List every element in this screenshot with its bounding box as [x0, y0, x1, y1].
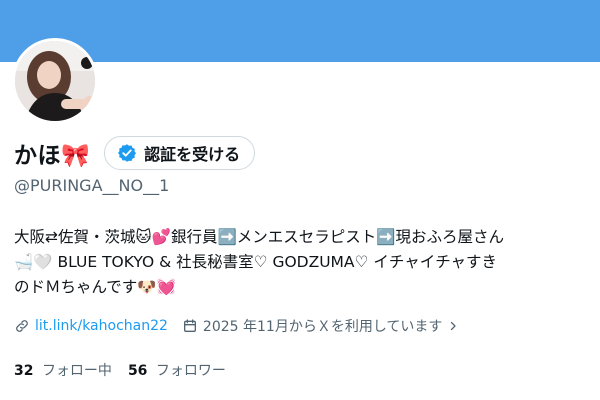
bio-line-2: 🛁🤍 BLUE TOKYO & 社長秘書室♡ GODZUMA♡ イチャイチャすき [14, 253, 498, 271]
joined-date[interactable]: 2025 年11月からＸを利用しています [182, 316, 459, 336]
link-icon [16, 320, 28, 332]
get-verified-label: 認証を受ける [144, 147, 241, 164]
profile-link-text[interactable]: lit.link/kahochan22 [35, 318, 168, 334]
followers-count[interactable]: 56 フォロワー [128, 360, 226, 380]
verified-badge-icon [118, 144, 137, 162]
following-label: フォロー中 [41, 363, 112, 379]
following-count[interactable]: 32 フォロー中 [14, 360, 112, 380]
name-row: かほ🎀 認証を受ける [14, 136, 256, 170]
display-name: かほ🎀 [14, 143, 91, 169]
calendar-icon [183, 319, 196, 332]
avatar[interactable] [12, 38, 98, 124]
bio-line-1: 大阪⇄佐賀・茨城🐱💕銀行員➡️メンエスセラピスト➡️現おふろ屋さん [14, 228, 505, 246]
profile-link[interactable]: lit.link/kahochan22 [14, 318, 168, 334]
user-handle: @PURINGA__NO__1 [14, 176, 170, 195]
chevron-right-icon [451, 321, 457, 331]
bio-line-3: のドＭちゃんです🐶💓 [14, 278, 176, 296]
profile-banner[interactable] [0, 0, 600, 62]
followers-label: フォロワー [155, 363, 226, 379]
get-verified-button[interactable]: 認証を受ける [104, 136, 256, 170]
bio: 大阪⇄佐賀・茨城🐱💕銀行員➡️メンエスセラピスト➡️現おふろ屋さん 🛁🤍 BLU… [14, 225, 589, 300]
joined-date-text: 2025 年11月からＸを利用しています [202, 319, 443, 335]
following-number: 32 [14, 363, 34, 379]
profile-meta: lit.link/kahochan22 2025 年11月からＸを利用しています [14, 316, 459, 336]
avatar-photo [15, 41, 95, 121]
follow-counts: 32 フォロー中 56 フォロワー [14, 360, 226, 380]
followers-number: 56 [127, 363, 148, 379]
